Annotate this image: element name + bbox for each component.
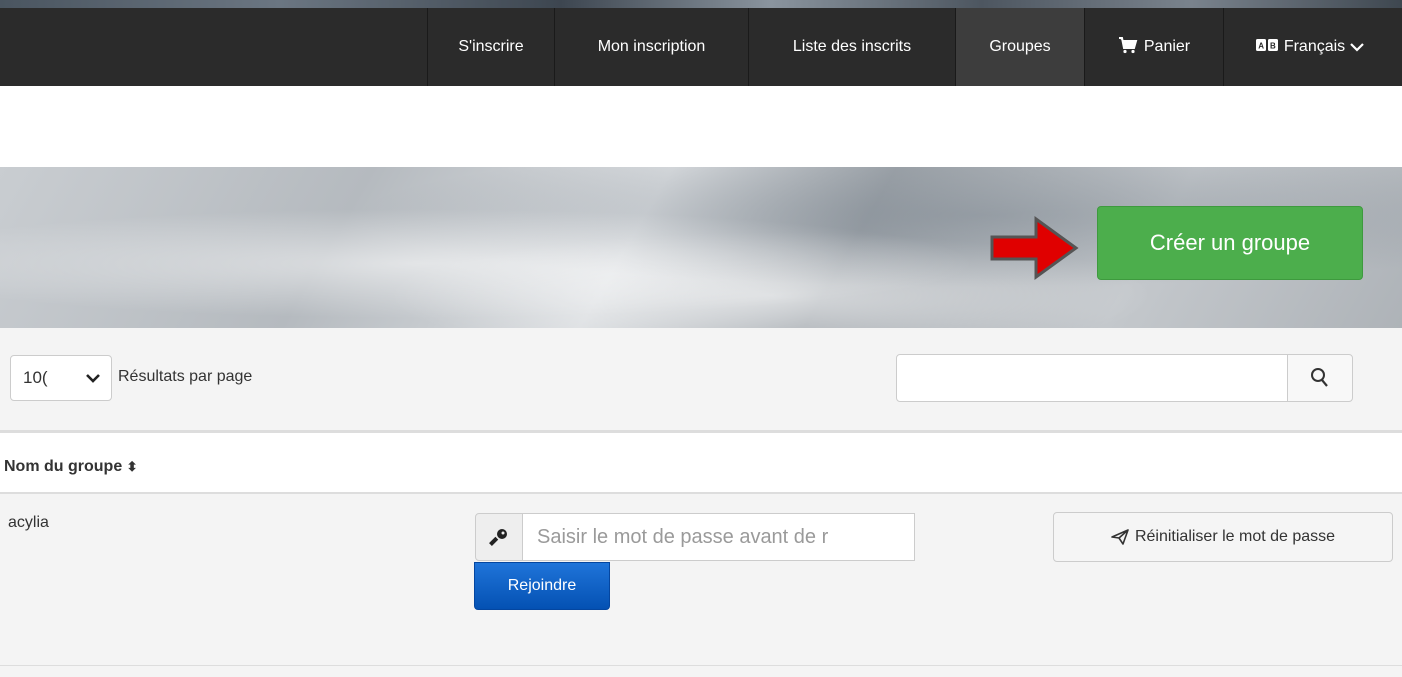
reset-password-label: Réinitialiser le mot de passe — [1134, 528, 1336, 545]
nav-item-label: Mon inscription — [597, 38, 706, 55]
nav-item-groups[interactable]: Groupes — [955, 8, 1084, 86]
nav-item-registrant-list[interactable]: Liste des inscrits — [748, 8, 955, 86]
sort-icon: ⬍ — [126, 459, 138, 474]
red-arrow-icon — [990, 215, 1080, 286]
nav-item-my-registration[interactable]: Mon inscription — [554, 8, 748, 86]
nav-item-label: Liste des inscrits — [792, 38, 912, 55]
svg-text:A: A — [1258, 41, 1264, 50]
search-button[interactable] — [1287, 354, 1353, 402]
svg-text:B: B — [1270, 41, 1276, 50]
column-header-group-name[interactable]: Nom du groupe ⬍ — [4, 458, 138, 476]
nav-item-label: Groupes — [989, 38, 1051, 55]
header-banner-image — [0, 0, 1402, 8]
chevron-down-icon — [1350, 42, 1370, 52]
nav-item-label: Français — [1283, 38, 1346, 55]
group-name-cell: acylia — [8, 514, 49, 531]
nav-item-label: Panier — [1143, 38, 1191, 55]
key-icon — [489, 527, 509, 547]
password-addon — [475, 513, 523, 561]
nav-item-cart[interactable]: Panier — [1084, 8, 1223, 86]
table-header-row — [0, 433, 1402, 494]
search-input[interactable] — [896, 354, 1288, 402]
table-row-divider — [0, 665, 1402, 666]
cart-icon — [1118, 36, 1144, 59]
paper-plane-icon — [1111, 529, 1135, 545]
nav-item-label: S'inscrire — [458, 38, 524, 55]
top-navbar: S'inscrire Mon inscription Liste des ins… — [0, 8, 1402, 86]
per-page-value: 10( — [23, 368, 48, 387]
language-dropdown[interactable]: AB Français — [1223, 8, 1402, 86]
search-icon — [1310, 367, 1330, 389]
reset-password-button[interactable]: Réinitialiser le mot de passe — [1053, 512, 1393, 562]
join-group-button[interactable]: Rejoindre — [474, 562, 610, 610]
language-icon: AB — [1255, 38, 1284, 57]
chevron-down-icon — [86, 374, 100, 383]
group-password-input[interactable] — [522, 513, 915, 561]
results-per-page-label: Résultats par page — [118, 368, 253, 385]
create-group-button[interactable]: Créer un groupe — [1097, 206, 1363, 280]
nav-item-register[interactable]: S'inscrire — [427, 8, 554, 86]
results-per-page-select[interactable]: 10( — [10, 355, 112, 401]
